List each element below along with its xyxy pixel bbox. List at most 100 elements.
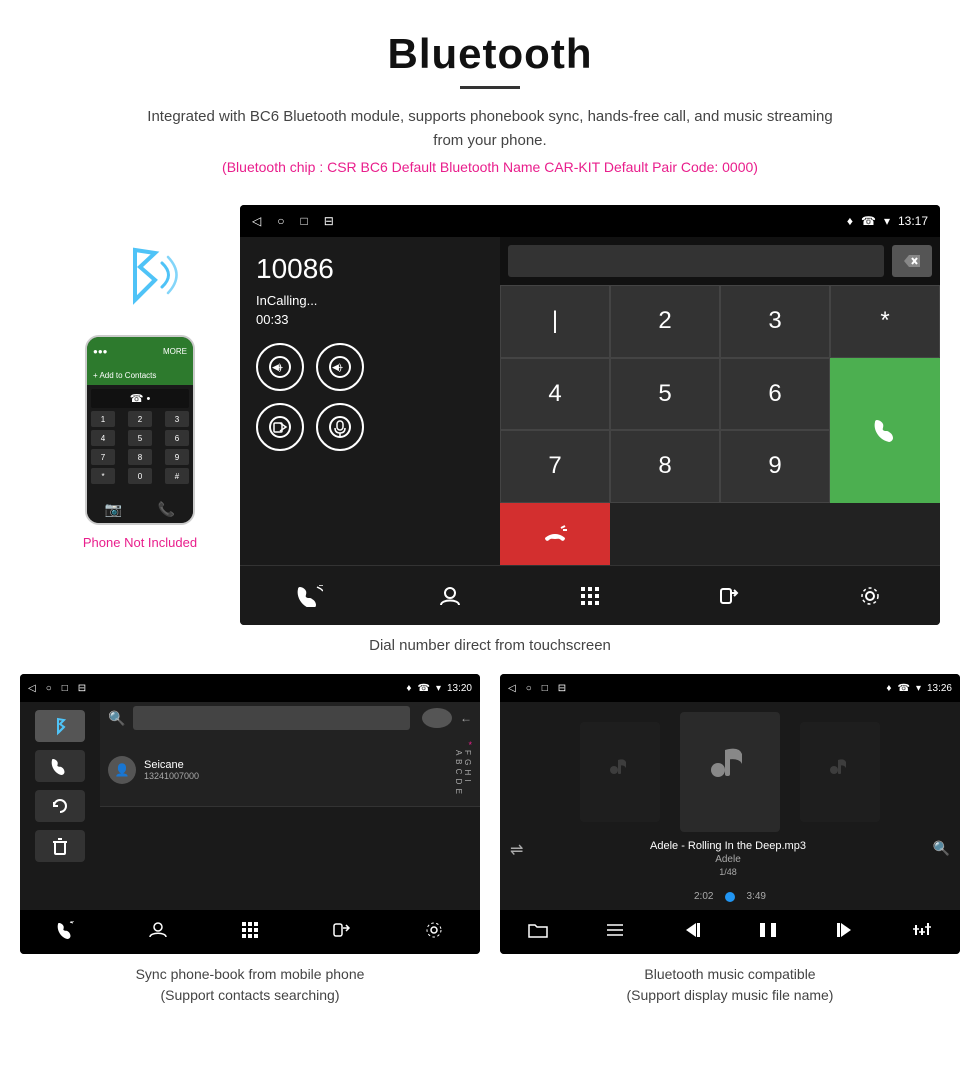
- pb-bottom-grid[interactable]: [241, 921, 259, 944]
- m-folder-icon[interactable]: [528, 921, 548, 944]
- pb-wifi-icon: ▾: [436, 683, 441, 694]
- phone-aside: ●●● MORE + Add to Contacts ☎ • 123 456 7…: [40, 205, 240, 550]
- m-wifi-icon: ▾: [916, 683, 921, 694]
- numpad-key-9[interactable]: 9: [720, 430, 830, 503]
- phonebook-status-bar: ◁ ○ □ ⊟ ♦ ☎ ▾ 13:20: [20, 674, 480, 702]
- backspace-button[interactable]: [892, 245, 932, 277]
- car-left-panel: 10086 InCalling... 00:33 + ◀) −: [240, 237, 500, 565]
- contact-avatar: 👤: [108, 756, 136, 784]
- phone-not-included-label: Phone Not Included: [83, 535, 197, 550]
- music-caption-line1: Bluetooth music compatible: [644, 966, 815, 982]
- music-album-right: [800, 722, 880, 822]
- car-nav-call[interactable]: [285, 571, 335, 621]
- pb-phone-icon: ☎: [417, 683, 429, 694]
- music-artist: Adele: [715, 854, 741, 865]
- numpad-key-7[interactable]: 7: [500, 430, 610, 503]
- car-input-row: [500, 237, 940, 285]
- pb-bt-icon[interactable]: [35, 710, 85, 742]
- car-bottom-bar: [240, 565, 940, 625]
- m-nav-back: ◁: [508, 683, 516, 694]
- car-nav-settings[interactable]: [845, 571, 895, 621]
- location-icon: ♦: [847, 214, 853, 228]
- bluetooth-signal-icon: [100, 235, 180, 315]
- nav-download-icon: ⊟: [324, 214, 334, 228]
- page-header: Bluetooth Integrated with BC6 Bluetooth …: [0, 0, 980, 205]
- music-progress-dot: [725, 892, 735, 902]
- call-red-button[interactable]: [500, 503, 610, 566]
- car-status-right: ♦ ☎ ▾ 13:17: [847, 214, 928, 228]
- pb-scroll-dot: [422, 708, 452, 728]
- music-status-bar: ◁ ○ □ ⊟ ♦ ☎ ▾ 13:26: [500, 674, 960, 702]
- phonebook-main: 🔍 ← 👤 Seicane 13241007000 *: [100, 702, 480, 910]
- caption-main: Dial number direct from touchscreen: [0, 637, 980, 654]
- pb-nav-square: □: [62, 683, 68, 694]
- numpad-key-star[interactable]: *: [830, 285, 940, 358]
- m-nav-square: □: [542, 683, 548, 694]
- volume-up-button[interactable]: + ◀): [256, 343, 304, 391]
- music-wrapper: ◁ ○ □ ⊟ ♦ ☎ ▾ 13:26: [500, 674, 960, 1006]
- numpad-key-3[interactable]: 3: [720, 285, 830, 358]
- pb-trash-icon[interactable]: [35, 830, 85, 862]
- page-title: Bluetooth: [20, 30, 960, 78]
- car-input-field[interactable]: [508, 245, 884, 277]
- music-album-left: [580, 722, 660, 822]
- music-info: ⇌ Adele - Rolling In the Deep.mp3 Adele …: [510, 840, 950, 902]
- mute-button[interactable]: [316, 403, 364, 451]
- music-caption: Bluetooth music compatible (Support disp…: [500, 964, 960, 1006]
- phonebook-contact-row[interactable]: 👤 Seicane 13241007000 * A B C D E F G H …: [100, 734, 480, 807]
- pb-refresh-icon[interactable]: [35, 790, 85, 822]
- main-screen-section: ●●● MORE + Add to Contacts ☎ • 123 456 7…: [0, 205, 980, 625]
- pb-location-icon: ♦: [406, 683, 411, 694]
- m-next-icon[interactable]: [835, 921, 855, 944]
- phonebook-search-row: 🔍 ←: [100, 702, 480, 734]
- title-underline: [460, 86, 520, 89]
- car-nav-dialpad[interactable]: [565, 571, 615, 621]
- m-prev-icon[interactable]: [682, 921, 702, 944]
- pb-bottom-transfer[interactable]: [333, 921, 351, 944]
- pb-bottom-contact[interactable]: [149, 921, 167, 944]
- m-equalizer-icon[interactable]: [912, 921, 932, 944]
- wifi-icon: ▾: [884, 214, 890, 228]
- numpad-key-8[interactable]: 8: [610, 430, 720, 503]
- m-time: 13:26: [927, 683, 952, 694]
- transfer-call-button[interactable]: [256, 403, 304, 451]
- music-search-icon[interactable]: 🔍: [933, 840, 950, 877]
- shuffle-icon[interactable]: ⇌: [510, 840, 523, 877]
- m-phone-icon: ☎: [897, 683, 909, 694]
- numpad: | 2 3 * 4 5 6 7 8 9: [500, 285, 940, 565]
- car-nav-contacts[interactable]: [425, 571, 475, 621]
- numpad-key-2[interactable]: 2: [610, 285, 720, 358]
- numpad-key-1[interactable]: |: [500, 285, 610, 358]
- contact-name: Seicane: [144, 759, 446, 771]
- pb-bottom-settings[interactable]: [425, 921, 443, 944]
- call-green-button[interactable]: [830, 358, 940, 503]
- music-time-total: 3:49: [738, 891, 766, 902]
- bottom-screens: ◁ ○ □ ⊟ ♦ ☎ ▾ 13:20: [0, 674, 980, 1006]
- pb-search-icon: 🔍: [108, 710, 125, 727]
- pb-bottom-call[interactable]: [57, 921, 75, 944]
- m-list-icon[interactable]: [605, 921, 625, 944]
- pb-search-field[interactable]: [133, 706, 410, 730]
- phone-dialer-mockup: ☎ • 123 456 789 *0#: [87, 385, 193, 495]
- phone-signal-icon: ☎: [861, 214, 876, 228]
- numpad-key-5[interactable]: 5: [610, 358, 720, 431]
- pb-alphabet-side: * A B C D E F G H I: [454, 740, 472, 800]
- m-location-icon: ♦: [886, 683, 891, 694]
- car-call-buttons: + ◀) − ◀): [256, 343, 484, 391]
- volume-down-button[interactable]: − ◀): [316, 343, 364, 391]
- m-nav-home: ○: [526, 683, 532, 694]
- numpad-key-4[interactable]: 4: [500, 358, 610, 431]
- car-nav-transfer[interactable]: [705, 571, 755, 621]
- nav-back-icon: ◁: [252, 214, 261, 228]
- m-nav-save: ⊟: [558, 683, 566, 694]
- music-progress-row: 2:02 3:49: [694, 891, 766, 902]
- pb-call-icon[interactable]: [35, 750, 85, 782]
- car-call-timer: 00:33: [256, 312, 484, 327]
- phonebook-caption: Sync phone-book from mobile phone (Suppo…: [20, 964, 480, 1006]
- svg-text:◀): ◀): [332, 362, 342, 372]
- music-content: ⇌ Adele - Rolling In the Deep.mp3 Adele …: [500, 702, 960, 910]
- numpad-key-6[interactable]: 6: [720, 358, 830, 431]
- car-number-display: 10086: [256, 253, 484, 285]
- m-play-pause-icon[interactable]: [758, 921, 778, 944]
- page-description: Integrated with BC6 Bluetooth module, su…: [140, 105, 840, 153]
